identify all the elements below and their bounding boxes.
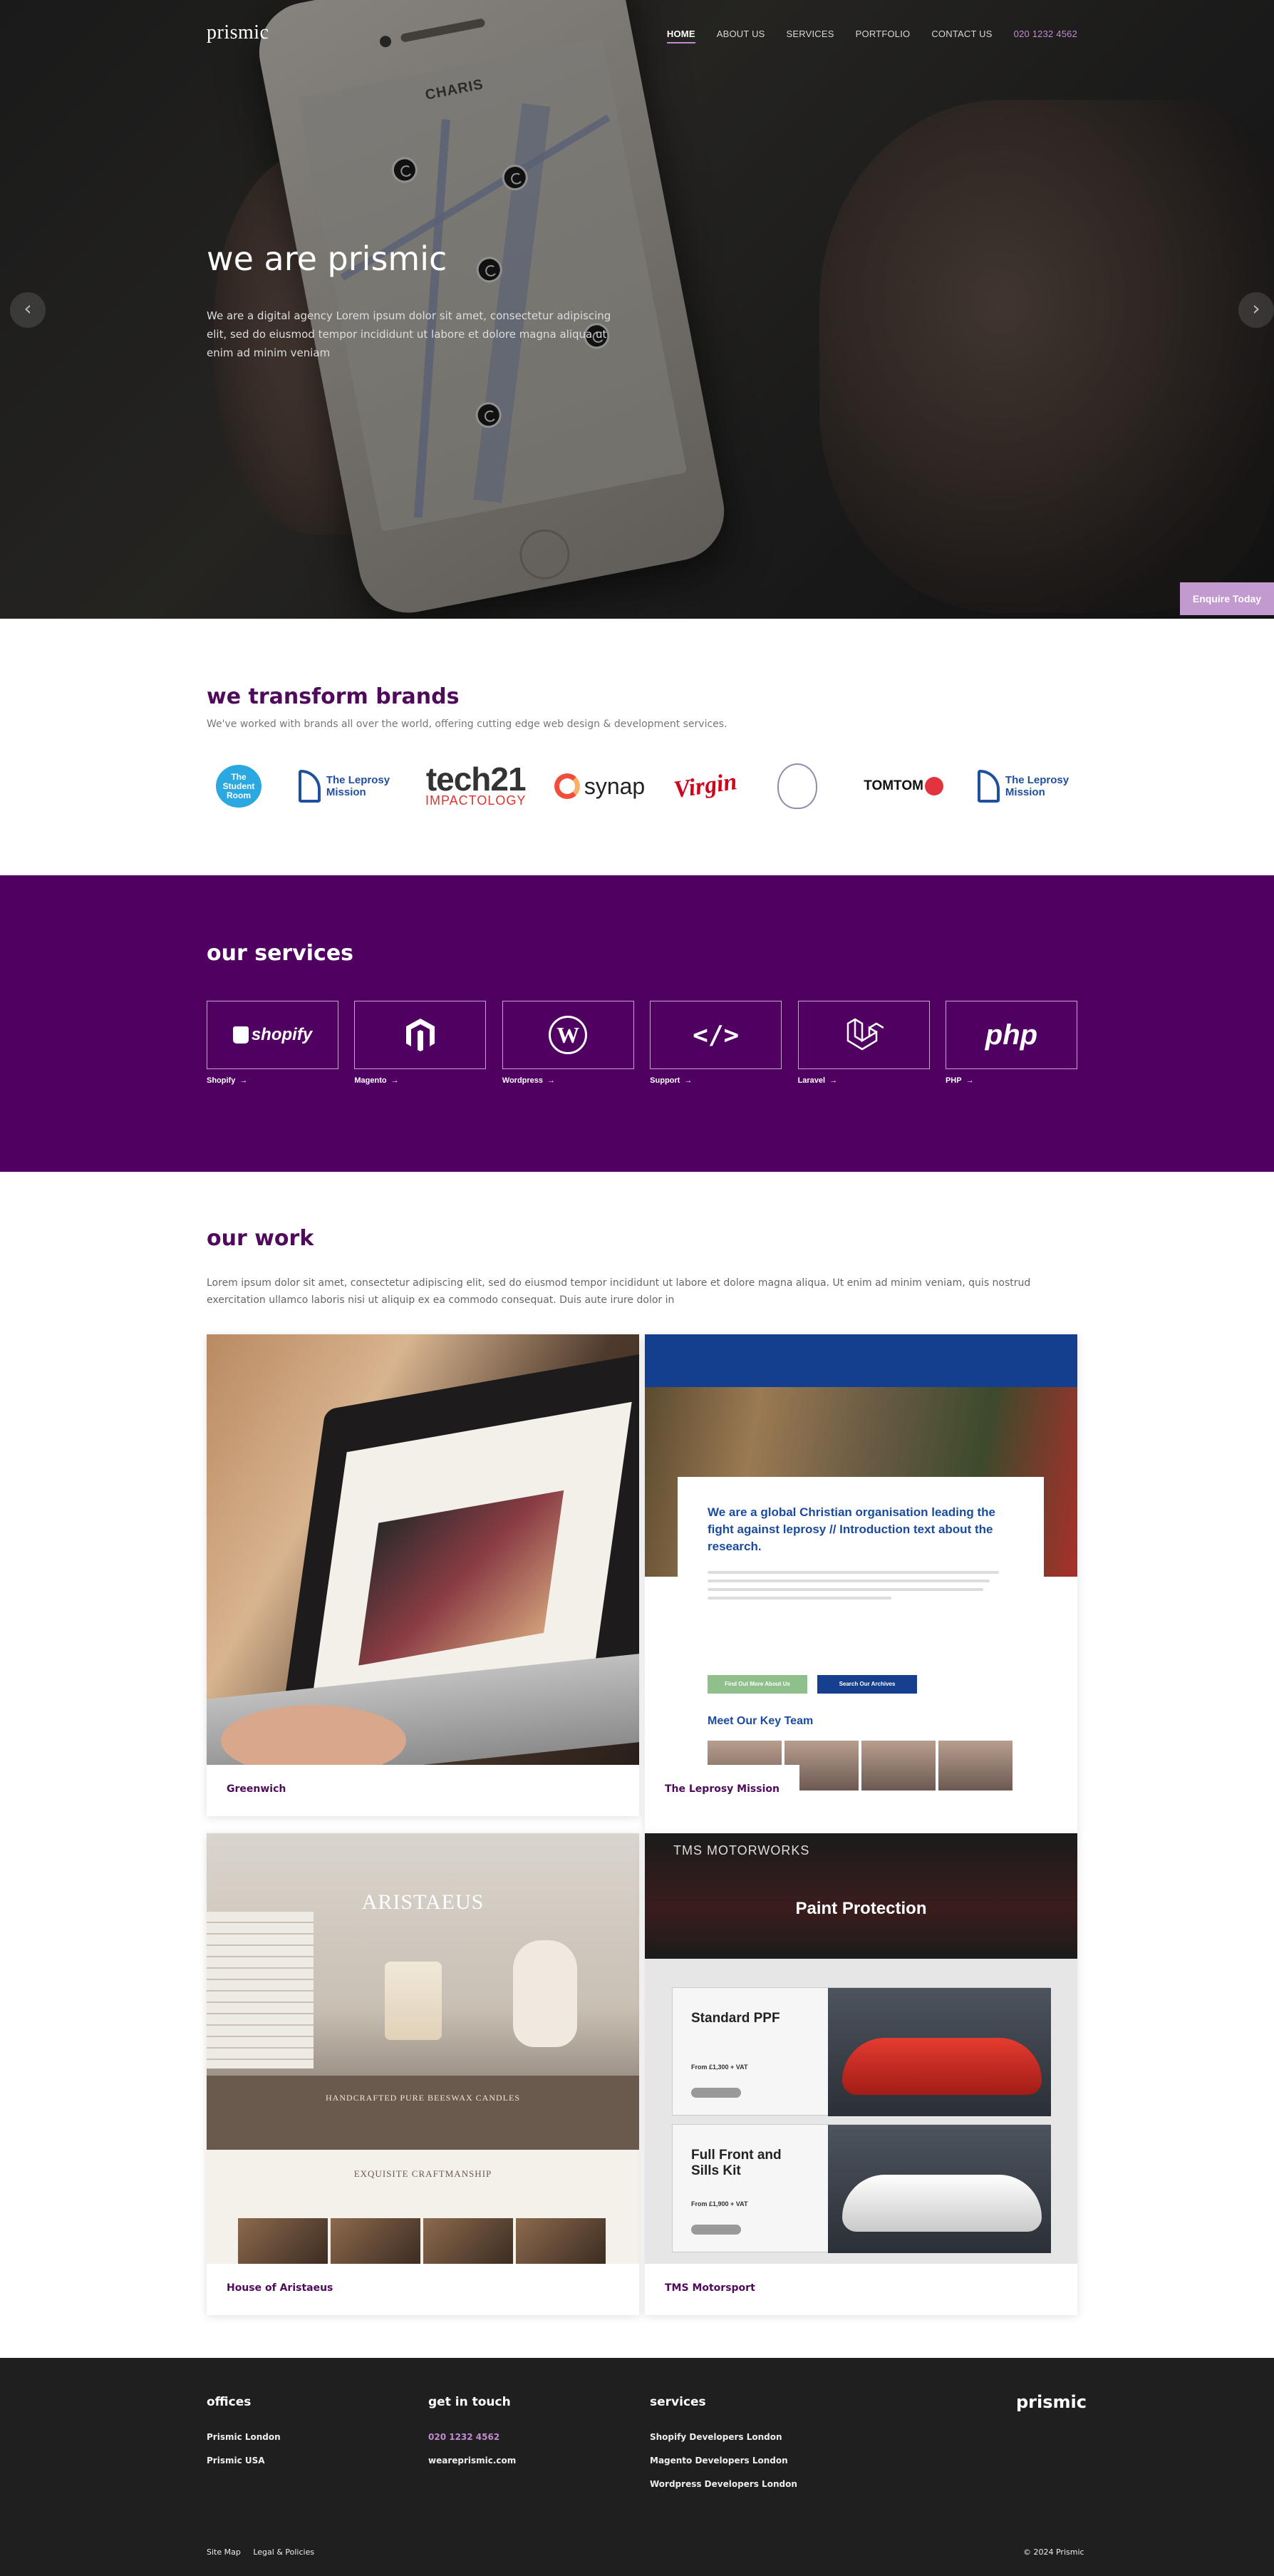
- site-logo[interactable]: prismic: [207, 21, 269, 44]
- service-card-magento[interactable]: Magento →: [354, 1001, 487, 1085]
- tms-brand: TMS MOTORWORKS: [673, 1843, 810, 1858]
- arrow-right-icon: →: [965, 1076, 974, 1085]
- php-logo: php: [945, 1001, 1077, 1069]
- footer-link[interactable]: Prismic London: [207, 2432, 281, 2442]
- main-nav: prismic HOME ABOUT US SERVICES PORTFOLIO…: [207, 21, 1077, 47]
- shopify-logo: shopify: [207, 1001, 338, 1069]
- nav-contact[interactable]: CONTACT US: [931, 29, 992, 43]
- project-card-tms-motorsport[interactable]: TMS MOTORWORKS Paint Protection Standard…: [645, 1833, 1077, 2315]
- service-cards: shopify Shopify → Magento → W Wordpress → <…: [207, 1001, 1077, 1085]
- project-image: TMS MOTORWORKS Paint Protection Standard…: [645, 1833, 1077, 2264]
- legal-policies-link[interactable]: Legal & Policies: [253, 2547, 314, 2557]
- footer-logo[interactable]: prismic: [1016, 2392, 1087, 2412]
- aristaeus-section-title: EXQUISITE CRAFTMANSHIP: [353, 2168, 492, 2179]
- logo-leprosy-mission: The Leprosy Mission: [298, 758, 398, 815]
- project-title: The Leprosy Mission: [645, 1765, 799, 1815]
- main-menu: HOME ABOUT US SERVICES PORTFOLIO CONTACT…: [666, 29, 1077, 43]
- logo-virgin: Virgin: [672, 768, 739, 804]
- arrow-right-icon: →: [390, 1076, 399, 1085]
- service-label: Magento: [354, 1076, 387, 1085]
- logo-leprosy-mission-2: The Leprosy Mission: [977, 758, 1077, 815]
- service-card-support[interactable]: </> Support →: [650, 1001, 782, 1085]
- wordpress-logo: W: [502, 1001, 634, 1069]
- nav-services[interactable]: SERVICES: [787, 29, 834, 43]
- project-card-aristaeus[interactable]: ARISTAEUS HANDCRAFTED PURE BEESWAX CANDL…: [207, 1833, 639, 2315]
- arrow-right-icon: →: [684, 1076, 693, 1085]
- footer-link[interactable]: Magento Developers London: [650, 2456, 797, 2466]
- project-card-greenwich[interactable]: Greenwich: [207, 1334, 639, 1816]
- arrow-right-icon: →: [547, 1076, 556, 1085]
- nav-about[interactable]: ABOUT US: [717, 29, 765, 43]
- slider-next-button[interactable]: ›: [1238, 292, 1274, 328]
- project-image: [207, 1334, 639, 1765]
- service-card-shopify[interactable]: shopify Shopify →: [207, 1001, 338, 1085]
- service-label: Support: [650, 1076, 680, 1085]
- service-label: Wordpress: [502, 1076, 544, 1085]
- work-title: our work: [207, 1226, 314, 1251]
- service-label: PHP: [945, 1076, 962, 1085]
- search-archives-button: Search Our Archives: [817, 1675, 917, 1694]
- work-section: our work Lorem ipsum dolor sit amet, con…: [0, 1172, 1274, 2358]
- footer-web-link[interactable]: weareprismic.com: [428, 2456, 516, 2466]
- key-team-title: Meet Our Key Team: [708, 1715, 814, 1727]
- footer-phone-link[interactable]: 020 1232 4562: [428, 2432, 516, 2442]
- footer-services: services Shopify Developers London Magen…: [650, 2395, 797, 2489]
- laravel-logo: [797, 1001, 930, 1069]
- logo-university-crest: [765, 758, 829, 815]
- service-card-laravel[interactable]: Laravel →: [797, 1001, 930, 1085]
- footer-legal-links: Site Map Legal & Policies: [207, 2547, 324, 2557]
- hero-slider: CHARIS prismic HOME ABOUT US SERVICES PO…: [0, 0, 1274, 619]
- services-section: our services shopify Shopify → Magento → W…: [0, 875, 1274, 1172]
- slider-prev-button[interactable]: ‹: [10, 292, 46, 328]
- copyright: © 2024 Prismic: [1023, 2547, 1084, 2557]
- project-title: TMS Motorsport: [665, 2282, 755, 2294]
- project-image: ARISTAEUS HANDCRAFTED PURE BEESWAX CANDL…: [207, 1833, 639, 2264]
- service-label: Laravel: [797, 1076, 826, 1085]
- services-title: our services: [207, 941, 354, 966]
- footer-link[interactable]: Wordpress Developers London: [650, 2479, 797, 2489]
- nav-home[interactable]: HOME: [666, 29, 695, 43]
- tms-heading: Paint Protection: [795, 1899, 927, 1918]
- brand-logos: The Student Room The Leprosy Mission tec…: [207, 754, 1077, 818]
- work-intro: Lorem ipsum dolor sit amet, consectetur …: [207, 1277, 1031, 1306]
- chevron-right-icon: ›: [1252, 297, 1260, 320]
- site-map-link[interactable]: Site Map: [207, 2547, 241, 2557]
- project-title: House of Aristaeus: [227, 2282, 333, 2294]
- aristaeus-hero-title: ARISTAEUS: [361, 1890, 485, 1914]
- site-footer: offices Prismic London Prismic USA get i…: [0, 2358, 1274, 2576]
- enquire-today-button[interactable]: Enquire Today: [1180, 582, 1274, 615]
- project-title: Greenwich: [227, 1783, 286, 1795]
- service-card-wordpress[interactable]: W Wordpress →: [502, 1001, 634, 1085]
- project-card-leprosy-mission[interactable]: We are a global Christian organisation l…: [645, 1334, 1077, 1833]
- logo-synap: synap: [554, 758, 646, 815]
- code-icon: </>: [650, 1001, 782, 1069]
- arrow-right-icon: →: [829, 1076, 838, 1085]
- find-out-more-button: Find Out More About Us: [708, 1675, 807, 1694]
- nav-portfolio[interactable]: PORTFOLIO: [856, 29, 911, 43]
- brands-subtitle: We've worked with brands all over the wo…: [207, 718, 727, 730]
- brands-title: we transform brands: [207, 684, 460, 709]
- arrow-right-icon: →: [239, 1076, 248, 1085]
- footer-contact: get in touch 020 1232 4562 weareprismic.…: [428, 2395, 517, 2466]
- logo-tech21: tech21 IMPACTOLOGY: [425, 761, 527, 808]
- logo-the-student-room: The Student Room: [207, 758, 271, 815]
- service-card-php[interactable]: php PHP →: [945, 1001, 1077, 1085]
- footer-link[interactable]: Prismic USA: [207, 2456, 281, 2466]
- project-image: We are a global Christian organisation l…: [645, 1334, 1077, 1815]
- logo-tomtom: TOMTOM: [857, 758, 950, 815]
- hero-text: We are a digital agency Lorem ipsum dolo…: [207, 309, 611, 359]
- hero-title: we are prismic: [207, 239, 447, 278]
- footer-offices: offices Prismic London Prismic USA: [207, 2395, 281, 2466]
- brands-section: we transform brands We've worked with br…: [0, 619, 1274, 875]
- project-panel-title: We are a global Christian organisation l…: [708, 1505, 995, 1553]
- footer-link[interactable]: Shopify Developers London: [650, 2432, 797, 2442]
- aristaeus-band-title: HANDCRAFTED PURE BEESWAX CANDLES: [325, 2093, 520, 2103]
- chevron-left-icon: ‹: [24, 297, 32, 320]
- nav-phone-link[interactable]: 020 1232 4562: [1014, 29, 1077, 43]
- service-label: Shopify: [207, 1076, 236, 1085]
- magento-logo: [354, 1001, 487, 1069]
